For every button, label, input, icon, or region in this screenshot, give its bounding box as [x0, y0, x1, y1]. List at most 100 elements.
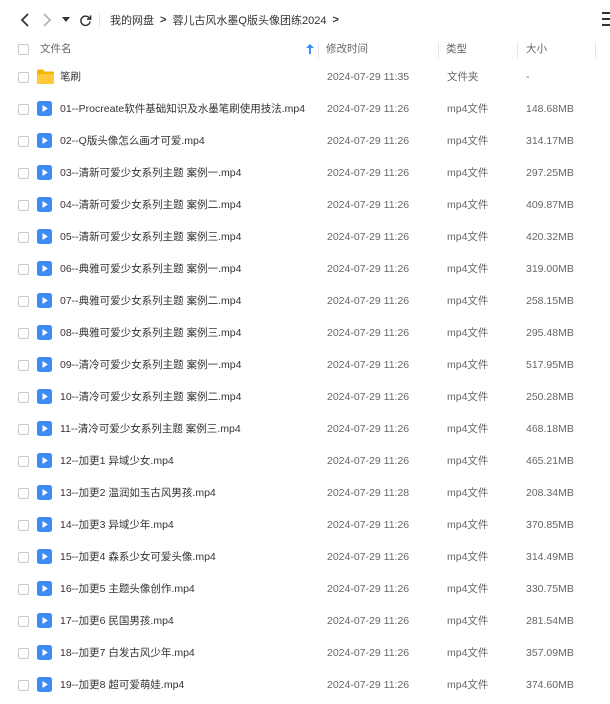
file-row[interactable]: 11--清冷可爱少女系列主题 案例三.mp4 2024-07-29 11:26 mp…	[0, 413, 610, 445]
file-name[interactable]: 09--清冷可爱少女系列主题 案例一.mp4	[60, 349, 241, 381]
row-checkbox[interactable]	[18, 584, 29, 595]
menu-icon[interactable]	[602, 12, 610, 26]
file-row[interactable]: 06--典雅可爱少女系列主题 案例一.mp4 2024-07-29 11:26 mp…	[0, 253, 610, 285]
row-checkbox[interactable]	[18, 72, 29, 83]
file-name[interactable]: 10--清冷可爱少女系列主题 案例二.mp4	[60, 381, 241, 413]
breadcrumb-root[interactable]: 我的网盘	[110, 12, 154, 28]
file-row[interactable]: 09--清冷可爱少女系列主题 案例一.mp4 2024-07-29 11:26 mp…	[0, 349, 610, 381]
file-name[interactable]: 13--加更2 温润如玉古风男孩.mp4	[60, 477, 216, 509]
row-checkbox[interactable]	[18, 328, 29, 339]
video-file-icon	[37, 613, 52, 628]
file-row[interactable]: 01--Procreate软件基础知识及水墨笔刷使用技法.mp4 2024-07-…	[0, 93, 610, 125]
back-button[interactable]	[16, 10, 34, 30]
file-modified-date: 2024-07-29 11:26	[327, 615, 410, 627]
file-size: 465.21MB	[526, 455, 574, 467]
column-header-date[interactable]: 修改时间	[326, 38, 368, 60]
file-row[interactable]: 17--加更6 民国男孩.mp4 2024-07-29 11:26 mp4文件 281…	[0, 605, 610, 637]
file-row[interactable]: 04--清新可爱少女系列主题 案例二.mp4 2024-07-29 11:26 mp…	[0, 189, 610, 221]
file-row[interactable]: 笔刷 2024-07-29 11:35 文件夹 -	[0, 61, 610, 93]
file-modified-date: 2024-07-29 11:26	[327, 167, 410, 179]
file-name[interactable]: 15--加更4 森系少女可爱头像.mp4	[60, 541, 216, 573]
file-row[interactable]: 12--加更1 异域少女.mp4 2024-07-29 11:26 mp4文件 465…	[0, 445, 610, 477]
select-all-checkbox[interactable]	[18, 44, 29, 55]
history-dropdown-button[interactable]	[60, 10, 72, 30]
file-name[interactable]: 17--加更6 民国男孩.mp4	[60, 605, 174, 637]
file-name[interactable]: 08--典雅可爱少女系列主题 案例三.mp4	[60, 317, 241, 349]
row-checkbox[interactable]	[18, 168, 29, 179]
row-checkbox[interactable]	[18, 488, 29, 499]
video-file-icon	[37, 421, 52, 436]
file-name[interactable]: 01--Procreate软件基础知识及水墨笔刷使用技法.mp4	[60, 93, 305, 125]
file-name[interactable]: 04--清新可爱少女系列主题 案例二.mp4	[60, 189, 241, 221]
file-name[interactable]: 16--加更5 主题头像创作.mp4	[60, 573, 195, 605]
file-type: 文件夹	[447, 71, 479, 83]
file-row[interactable]: 18--加更7 白发古风少年.mp4 2024-07-29 11:26 mp4文件 3…	[0, 637, 610, 669]
row-checkbox[interactable]	[18, 552, 29, 563]
file-row[interactable]: 15--加更4 森系少女可爱头像.mp4 2024-07-29 11:26 mp4文…	[0, 541, 610, 573]
row-checkbox[interactable]	[18, 520, 29, 531]
row-checkbox[interactable]	[18, 456, 29, 467]
file-name[interactable]: 05--清新可爱少女系列主题 案例三.mp4	[60, 221, 241, 253]
breadcrumb-current[interactable]: 蓉儿古风水墨Q版头像团练2024	[172, 12, 326, 28]
column-header-name[interactable]: 文件名	[40, 38, 72, 60]
toolbar: 我的网盘 > 蓉儿古风水墨Q版头像团练2024 >	[0, 0, 610, 40]
row-checkbox[interactable]	[18, 296, 29, 307]
file-modified-date: 2024-07-29 11:26	[327, 519, 410, 531]
file-row[interactable]: 16--加更5 主题头像创作.mp4 2024-07-29 11:26 mp4文件 3…	[0, 573, 610, 605]
file-name[interactable]: 12--加更1 异域少女.mp4	[60, 445, 174, 477]
file-name[interactable]: 笔刷	[60, 61, 81, 93]
file-row[interactable]: 03--清新可爱少女系列主题 案例一.mp4 2024-07-29 11:26 mp…	[0, 157, 610, 189]
file-type: mp4文件	[447, 391, 489, 403]
file-row[interactable]: 07--典雅可爱少女系列主题 案例二.mp4 2024-07-29 11:26 mp…	[0, 285, 610, 317]
column-divider	[517, 42, 518, 58]
row-checkbox[interactable]	[18, 648, 29, 659]
file-row[interactable]: 08--典雅可爱少女系列主题 案例三.mp4 2024-07-29 11:26 mp…	[0, 317, 610, 349]
file-modified-date: 2024-07-29 11:26	[327, 423, 410, 435]
file-row[interactable]: 10--清冷可爱少女系列主题 案例二.mp4 2024-07-29 11:26 mp…	[0, 381, 610, 413]
forward-button[interactable]	[38, 10, 56, 30]
row-checkbox[interactable]	[18, 616, 29, 627]
file-modified-date: 2024-07-29 11:26	[327, 679, 410, 691]
file-name[interactable]: 03--清新可爱少女系列主题 案例一.mp4	[60, 157, 241, 189]
file-modified-date: 2024-07-29 11:26	[327, 551, 410, 563]
file-modified-date: 2024-07-29 11:28	[327, 487, 410, 499]
file-size: 314.49MB	[526, 551, 574, 563]
row-checkbox[interactable]	[18, 360, 29, 371]
column-header-size[interactable]: 大小	[526, 38, 547, 60]
file-size: -	[526, 71, 530, 83]
file-type: mp4文件	[447, 551, 489, 563]
file-type: mp4文件	[447, 583, 489, 595]
file-name[interactable]: 06--典雅可爱少女系列主题 案例一.mp4	[60, 253, 241, 285]
file-row[interactable]: 19--加更8 超可爱萌娃.mp4 2024-07-29 11:26 mp4文件 37…	[0, 669, 610, 701]
column-header-type[interactable]: 类型	[446, 38, 467, 60]
file-row[interactable]: 05--清新可爱少女系列主题 案例三.mp4 2024-07-29 11:26 mp…	[0, 221, 610, 253]
row-checkbox[interactable]	[18, 392, 29, 403]
breadcrumb: 我的网盘 > 蓉儿古风水墨Q版头像团练2024 >	[110, 0, 345, 40]
file-modified-date: 2024-07-29 11:26	[327, 583, 410, 595]
file-type: mp4文件	[447, 455, 489, 467]
file-modified-date: 2024-07-29 11:26	[327, 103, 410, 115]
file-size: 314.17MB	[526, 135, 574, 147]
file-name[interactable]: 19--加更8 超可爱萌娃.mp4	[60, 669, 184, 701]
file-name[interactable]: 02--Q版头像怎么画才可爱.mp4	[60, 125, 205, 157]
row-checkbox[interactable]	[18, 680, 29, 691]
file-name[interactable]: 07--典雅可爱少女系列主题 案例二.mp4	[60, 285, 241, 317]
file-row[interactable]: 02--Q版头像怎么画才可爱.mp4 2024-07-29 11:26 mp4文件 3…	[0, 125, 610, 157]
file-size: 208.34MB	[526, 487, 574, 499]
file-type: mp4文件	[447, 231, 489, 243]
row-checkbox[interactable]	[18, 424, 29, 435]
refresh-button[interactable]	[76, 10, 94, 30]
row-checkbox[interactable]	[18, 232, 29, 243]
row-checkbox[interactable]	[18, 136, 29, 147]
file-row[interactable]: 13--加更2 温润如玉古风男孩.mp4 2024-07-29 11:28 mp4文…	[0, 477, 610, 509]
breadcrumb-separator-icon: >	[160, 14, 167, 26]
file-row[interactable]: 14--加更3 异域少年.mp4 2024-07-29 11:26 mp4文件 370…	[0, 509, 610, 541]
row-checkbox[interactable]	[18, 264, 29, 275]
file-modified-date: 2024-07-29 11:26	[327, 359, 410, 371]
file-name[interactable]: 14--加更3 异域少年.mp4	[60, 509, 174, 541]
row-checkbox[interactable]	[18, 104, 29, 115]
file-name[interactable]: 18--加更7 白发古风少年.mp4	[60, 637, 195, 669]
file-name[interactable]: 11--清冷可爱少女系列主题 案例三.mp4	[60, 413, 241, 445]
row-checkbox[interactable]	[18, 200, 29, 211]
sort-ascending-icon[interactable]	[306, 38, 314, 60]
